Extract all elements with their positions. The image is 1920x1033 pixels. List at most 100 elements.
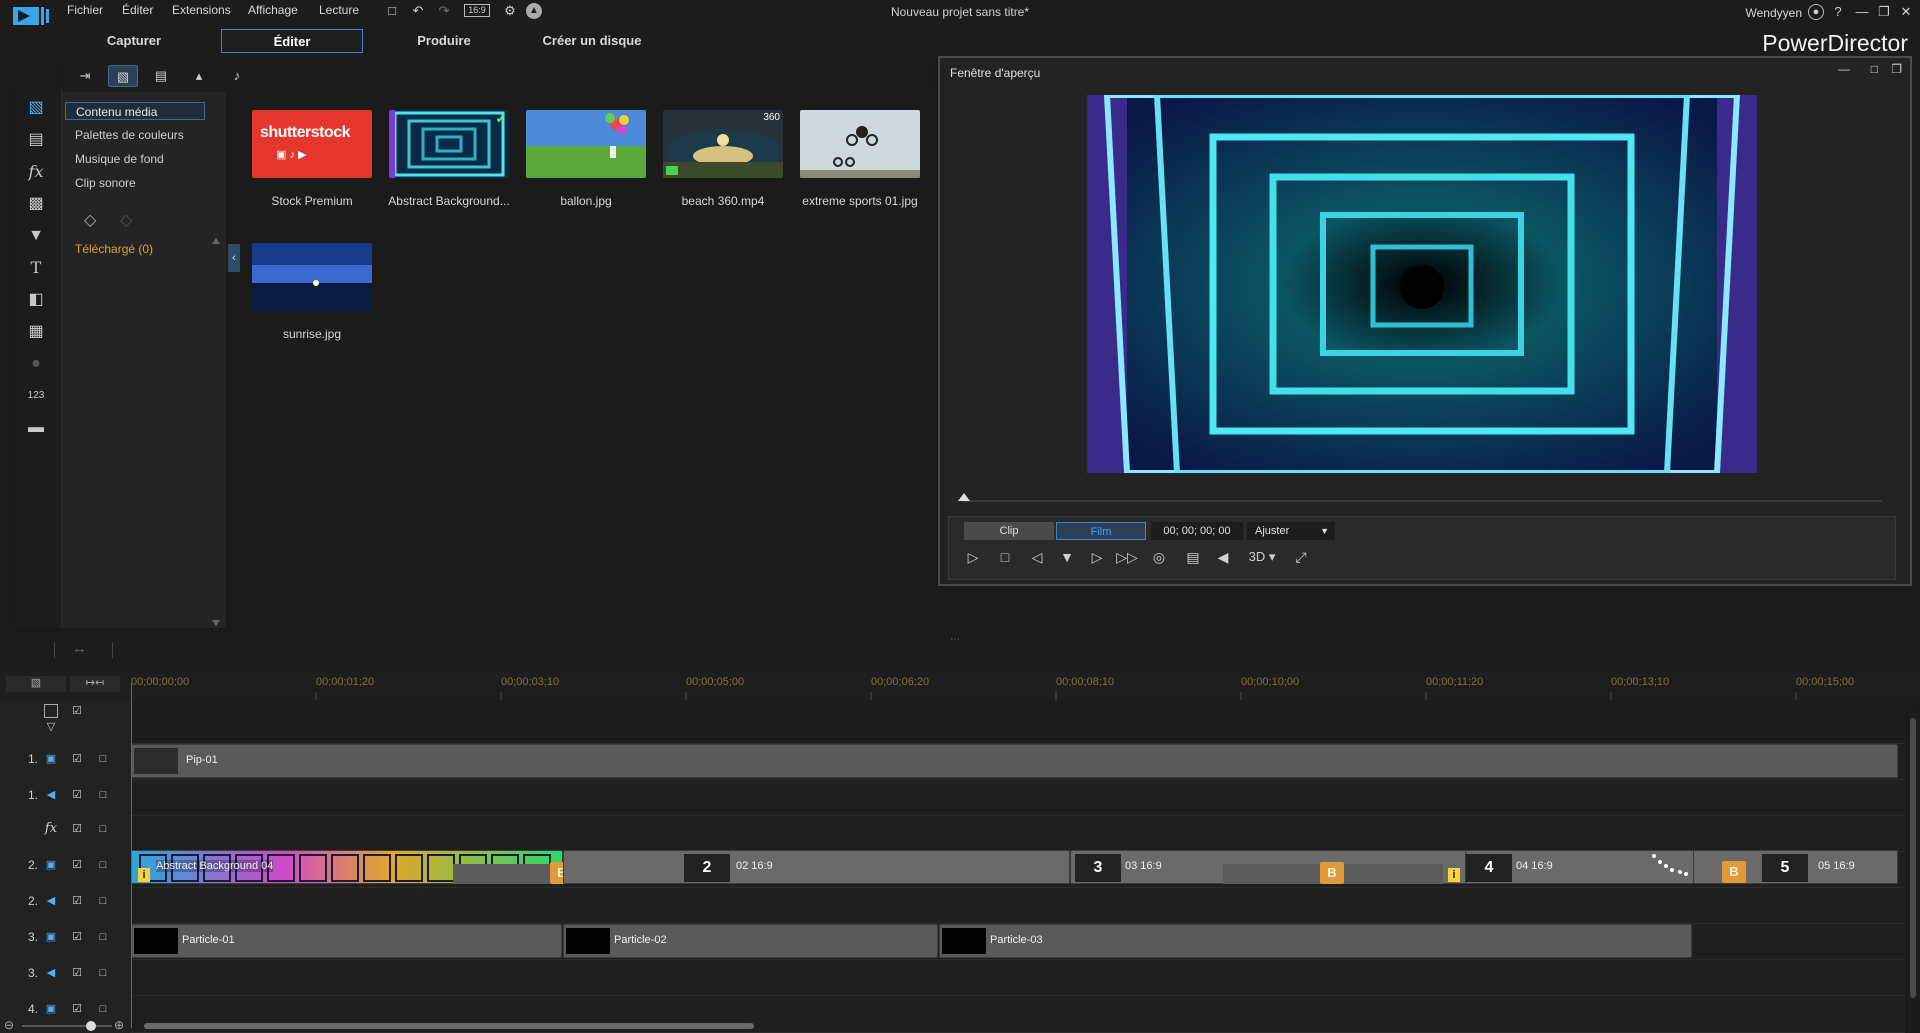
preview-mode-clip[interactable]: Clip bbox=[964, 522, 1054, 540]
restore-icon[interactable]: ❐ bbox=[1874, 2, 1894, 22]
track-visible-checkbox[interactable]: ☑ bbox=[70, 704, 84, 718]
track-lane[interactable] bbox=[130, 960, 1905, 996]
nav-clip-sonore[interactable]: Clip sonore bbox=[75, 176, 136, 190]
preview-minimize-icon[interactable]: — bbox=[1838, 62, 1850, 76]
track-lock-icon[interactable]: □ bbox=[96, 858, 110, 872]
transition-icon[interactable]: B bbox=[1722, 861, 1746, 883]
subtitle-toggle-icon[interactable]: ▤ bbox=[1182, 547, 1204, 567]
menu-fichier[interactable]: Fichier bbox=[67, 3, 103, 17]
timeline-clip[interactable]: Pip-01 bbox=[131, 744, 1898, 778]
tab-editer[interactable]: Éditer bbox=[221, 29, 363, 53]
track-lane[interactable] bbox=[130, 888, 1905, 924]
track-lane[interactable] bbox=[130, 816, 1905, 852]
track-lock-icon[interactable]: □ bbox=[96, 1002, 110, 1016]
tab-video-icon[interactable]: ▤ bbox=[146, 65, 176, 87]
preview-dock-icon[interactable]: ❐ bbox=[1891, 62, 1902, 76]
play-icon[interactable]: ▷ bbox=[962, 547, 984, 567]
library-item-beach-360[interactable]: 360 bbox=[663, 110, 783, 178]
upgrade-icon[interactable]: ▲ bbox=[526, 3, 542, 19]
library-nav-scrollbar[interactable] bbox=[210, 172, 222, 628]
particle-room-icon[interactable]: ▼ bbox=[24, 224, 48, 248]
preview-scrub-bar[interactable] bbox=[958, 493, 1882, 503]
timeline-clip-particle[interactable]: Particle-01 bbox=[131, 924, 562, 958]
subtitle-track-room-icon[interactable]: ▬ bbox=[24, 416, 48, 440]
timeline-clip-particle[interactable]: Particle-02 bbox=[563, 924, 938, 958]
fullscreen-icon[interactable]: ⤢ bbox=[1290, 547, 1312, 567]
track-enable-checkbox[interactable]: ☑ bbox=[70, 966, 84, 980]
account-icon[interactable]: ● bbox=[1808, 4, 1824, 20]
zoom-slider[interactable] bbox=[22, 1025, 112, 1027]
tab-creer-disque[interactable]: Créer un disque bbox=[532, 29, 652, 53]
library-item-ballon[interactable] bbox=[526, 110, 646, 178]
track-enable-checkbox[interactable]: ☑ bbox=[70, 752, 84, 766]
track-lock-icon[interactable]: □ bbox=[96, 930, 110, 944]
effects-room-icon[interactable]: fx bbox=[24, 160, 48, 184]
next-frame-icon[interactable]: ▷ bbox=[1086, 547, 1108, 567]
track-lane[interactable] bbox=[130, 780, 1905, 816]
timeline-clip-countdown[interactable]: B 5 05 16:9 bbox=[1693, 850, 1898, 884]
transition-icon[interactable]: B bbox=[1320, 862, 1344, 884]
minimize-icon[interactable]: — bbox=[1852, 2, 1872, 22]
menu-lecture[interactable]: Lecture bbox=[319, 3, 359, 17]
nav-musique-fond[interactable]: Musique de fond bbox=[75, 152, 164, 166]
preview-maximize-icon[interactable]: □ bbox=[1871, 62, 1878, 76]
subtitle-room-icon[interactable]: ▤ bbox=[24, 128, 48, 152]
fast-forward-icon[interactable]: ▷▷ bbox=[1116, 547, 1138, 567]
remove-tag-icon[interactable]: ◇ bbox=[120, 210, 142, 232]
nav-palettes-couleurs[interactable]: Palettes de couleurs bbox=[75, 128, 184, 142]
menu-extensions[interactable]: Extensions bbox=[172, 3, 231, 17]
marker-lane[interactable] bbox=[130, 700, 1905, 744]
add-tag-icon[interactable]: ◇ bbox=[84, 210, 106, 232]
playhead[interactable] bbox=[131, 683, 132, 1028]
track-enable-checkbox[interactable]: ☑ bbox=[70, 788, 84, 802]
chapter-room-icon[interactable]: 123 bbox=[24, 384, 48, 408]
tab-all-media-icon[interactable]: ▧ bbox=[108, 65, 138, 87]
save-icon[interactable]: □ bbox=[384, 3, 400, 19]
nav-contenu-media[interactable]: Contenu média bbox=[65, 102, 205, 120]
volume-icon[interactable]: ◀ bbox=[1212, 547, 1234, 567]
tab-produire[interactable]: Produire bbox=[400, 29, 488, 53]
pip-objects-room-icon[interactable]: ▩ bbox=[24, 192, 48, 216]
help-icon[interactable]: ? bbox=[1828, 2, 1848, 22]
library-item-stock-premium[interactable]: shutterstock ▣ ♪ ▶ bbox=[252, 110, 372, 178]
timecode-display[interactable]: 00; 00; 00; 00 bbox=[1151, 522, 1243, 540]
zoom-out-icon[interactable]: ⊖ bbox=[4, 1018, 14, 1032]
track-enable-checkbox[interactable]: ☑ bbox=[70, 1002, 84, 1016]
track-manager-icon[interactable]: ▧ bbox=[6, 676, 66, 692]
tab-image-icon[interactable]: ▴ bbox=[184, 65, 214, 87]
aspect-ratio-button[interactable]: 16:9 bbox=[464, 4, 490, 17]
menu-editer[interactable]: Éditer bbox=[122, 3, 153, 17]
timeline-vertical-scrollbar[interactable] bbox=[1908, 700, 1918, 1033]
track-lock-icon[interactable]: □ bbox=[96, 752, 110, 766]
media-room-icon[interactable]: ▧ bbox=[24, 96, 48, 120]
close-icon[interactable]: ✕ bbox=[1896, 2, 1916, 22]
nav-telecharge[interactable]: Téléchargé (0) bbox=[75, 242, 153, 256]
track-lock-icon[interactable]: □ bbox=[96, 822, 110, 836]
track-lock-icon[interactable]: □ bbox=[96, 966, 110, 980]
stop-icon[interactable]: □ bbox=[994, 547, 1016, 567]
info-icon[interactable]: i bbox=[138, 868, 150, 882]
library-item-sunrise[interactable] bbox=[252, 243, 372, 311]
snapshot-camera-icon[interactable]: ◎ bbox=[1148, 547, 1170, 567]
track-enable-checkbox[interactable]: ☑ bbox=[70, 930, 84, 944]
collapse-panel-button[interactable]: ‹ bbox=[228, 244, 240, 272]
library-item-extreme-sports[interactable] bbox=[800, 110, 920, 178]
split-icon[interactable]: ▼ bbox=[1056, 547, 1078, 567]
voiceover-room-icon[interactable]: ● bbox=[24, 352, 48, 376]
info-icon[interactable]: i bbox=[1448, 868, 1460, 882]
tab-capturer[interactable]: Capturer bbox=[90, 29, 178, 53]
transition-room-icon[interactable]: ◧ bbox=[24, 288, 48, 312]
zoom-in-icon[interactable]: ⊕ bbox=[114, 1018, 124, 1032]
redo-icon[interactable]: ↷ bbox=[436, 3, 452, 19]
track-lock-icon[interactable]: □ bbox=[96, 894, 110, 908]
track-enable-checkbox[interactable]: ☑ bbox=[70, 894, 84, 908]
fit-dropdown[interactable]: Ajuster ▼ bbox=[1247, 522, 1335, 540]
panel-resize-handle[interactable]: ⋯ bbox=[950, 634, 960, 645]
previous-frame-icon[interactable]: ◁ bbox=[1026, 547, 1048, 567]
fit-timeline-icon[interactable]: ↔ bbox=[72, 640, 87, 657]
track-enable-checkbox[interactable]: ☑ bbox=[70, 822, 84, 836]
3d-toggle[interactable]: 3D ▾ bbox=[1244, 547, 1280, 567]
preview-mode-film[interactable]: Film bbox=[1056, 522, 1146, 540]
timeline-horizontal-scrollbar[interactable] bbox=[130, 1021, 1905, 1031]
audio-mixing-room-icon[interactable]: ▦ bbox=[24, 320, 48, 344]
